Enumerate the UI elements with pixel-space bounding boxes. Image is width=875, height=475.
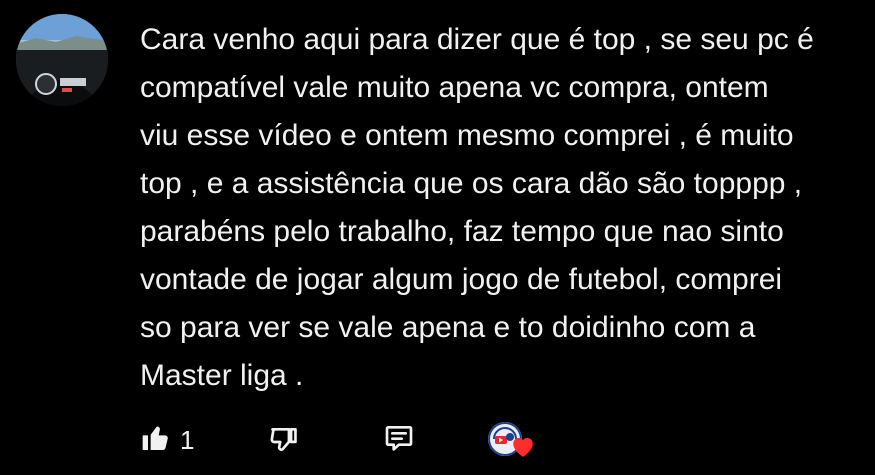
dislike-button[interactable] [268,420,300,460]
reply-icon [383,422,415,459]
comment-actions: 1 [140,420,560,460]
avatar[interactable] [16,14,108,106]
reply-button[interactable] [383,420,415,460]
creator-heart-badge [488,420,540,460]
comment-text: Cara venho aqui para dizer que é top , s… [140,23,814,392]
comment-thread: Cara venho aqui para dizer que é top , s… [0,0,875,475]
heart-icon [510,434,536,463]
creator-heart[interactable] [488,420,540,460]
thumbs-down-icon [268,422,300,459]
avatar-image [16,14,108,106]
thumbs-up-icon [140,422,172,459]
like-button[interactable]: 1 [140,420,194,460]
like-count: 1 [180,424,195,455]
